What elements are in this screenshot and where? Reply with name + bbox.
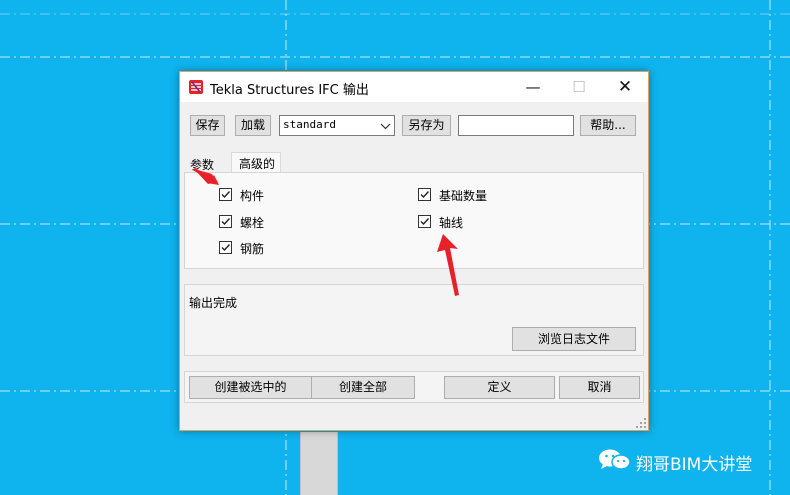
watermark-text: 翔哥BIM大讲堂 (636, 455, 753, 475)
checkbox-bolts[interactable] (219, 215, 232, 228)
maximize-button[interactable]: ☐ (556, 72, 602, 102)
checkmark-icon (221, 191, 231, 199)
checkmark-icon (221, 244, 231, 252)
browse-log-button[interactable]: 浏览日志文件 (512, 327, 636, 351)
checkbox-members-label: 构件 (240, 189, 265, 203)
checkbox-base-quantities[interactable] (418, 188, 431, 201)
save-button[interactable]: 保存 (190, 115, 225, 136)
cancel-button[interactable]: 取消 (559, 376, 640, 399)
model-column (300, 432, 338, 495)
window-title: Tekla Structures IFC 输出 (210, 83, 369, 98)
checkbox-rebar-label: 钢筋 (240, 242, 265, 256)
create-all-button[interactable]: 创建全部 (311, 376, 415, 399)
checkbox-grids[interactable] (418, 215, 431, 228)
save-as-name-input[interactable] (458, 115, 574, 136)
ifc-export-dialog: Tekla Structures IFC 输出 — ☐ ✕ 保存 加载 stan… (179, 71, 649, 431)
title-bar[interactable]: Tekla Structures IFC 输出 — ☐ ✕ (180, 72, 648, 102)
save-as-button[interactable]: 另存为 (402, 115, 451, 136)
help-button[interactable]: 帮助... (580, 115, 636, 136)
tab-advanced-label: 高级的 (239, 157, 276, 171)
minimize-button[interactable]: — (510, 72, 556, 102)
checkbox-rebar[interactable] (219, 241, 232, 254)
load-button[interactable]: 加载 (235, 115, 271, 136)
status-message: 输出完成 (189, 296, 238, 310)
checkmark-icon (420, 191, 430, 199)
resize-grip-icon[interactable] (636, 418, 646, 428)
tab-advanced[interactable]: 高级的 (231, 152, 281, 173)
preset-value: standard (283, 118, 336, 131)
close-button[interactable]: ✕ (602, 72, 648, 102)
preset-combobox[interactable]: standard (279, 115, 395, 136)
define-button[interactable]: 定义 (444, 376, 555, 399)
checkbox-bolts-label: 螺栓 (240, 216, 265, 230)
wechat-icon (599, 449, 631, 470)
checkbox-members[interactable] (219, 188, 232, 201)
chevron-down-icon (380, 123, 391, 130)
checkbox-grids-label: 轴线 (439, 216, 464, 230)
create-selected-button[interactable]: 创建被选中的 (189, 376, 312, 399)
checkbox-base-quantities-label: 基础数量 (439, 189, 488, 203)
checkmark-icon (221, 218, 231, 226)
checkmark-icon (420, 218, 430, 226)
annotation-arrow-icon (193, 167, 219, 185)
annotation-arrow-icon (437, 234, 459, 296)
tekla-logo-icon (189, 80, 203, 94)
